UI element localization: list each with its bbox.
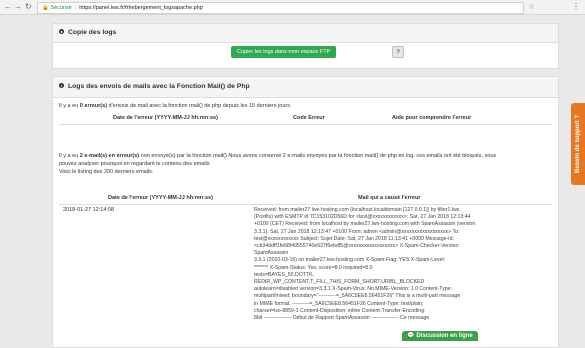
forward-icon[interactable]: → [14,2,22,12]
mail-row-date: 2018-01-27 12:14:08 [63,207,115,213]
bullet-icon: ● [59,28,64,34]
mail-line: multipart/mixed; boundary="----------=_5… [254,293,461,300]
errors-col-help: Aide pour comprendre l'erreur [392,115,472,121]
mail-line: 8bit ---------------- Début de Rapport S… [254,315,430,322]
errors-summary: Il y a eu 0 erreur(s) d'envois de mail a… [59,103,292,109]
browser-toolbar: ← → ↻ 🔒 Sécurisé | https://panel.lws.fr/fr… [0,0,585,15]
back-icon[interactable]: ← [4,2,12,12]
mail-logs-header: i Logs des envois de mails avec la Foncti… [53,77,558,98]
mail-col-cause: Mail qui a causé l'erreur [358,195,421,201]
copy-logs-ftp-button[interactable]: Copier les logs dans mon espace FTP [231,46,337,58]
blocked-summary-line3: Voici le listing des 200 derniers emails… [59,169,154,175]
errors-count: 0 erreur(s) [79,103,108,109]
info-icon: i [59,82,64,88]
mail-line: test@xxxxxxxxxxxx Subject: Sujet Date: S… [254,235,454,242]
support-tab-label: Besoin de support ? [575,114,581,174]
help-button[interactable]: ? [392,46,404,58]
bookmark-star-icon[interactable]: ☆ [528,2,535,12]
mail-line: Received: from mailer27.lws-hosting.com … [254,207,460,213]
address-bar[interactable]: 🔒 Sécurisé | https://panel.lws.fr/frheberg… [37,2,524,14]
blocked-summary-line2: pouvez analyser pourquoi en regardant le… [59,161,211,167]
errors-col-code: Code Erreur [293,115,325,121]
blocked-summary: Il y a eu 2 e-mail(s) en erreur(s) non e… [59,153,497,159]
blocked-count: 2 e-mail(s) en erreur(s) [79,153,140,159]
browser-menu-icon[interactable]: ⋮ [572,2,580,12]
mail-logs-panel: i Logs des envois de mails avec la Foncti… [52,76,559,348]
mail-line: (Postfix) with ESMTP id 7C153102D56D for… [254,214,471,221]
mail-line: 3.3.1); Sat, 27 Jan 2018 12:13:47 +0100 … [254,228,460,235]
mail-row-content: Received: from mailer27.lws-hosting.com … [254,207,549,322]
mail-line: +0100 (CET) Received: from localhost by … [254,221,476,228]
mail-line: tests=BAYES_50,DOTTK, [254,271,315,278]
mail-line: ******* X-Spam-Status: Yes, score=8.0 re… [254,264,373,271]
mail-line: autolearn=disabled version=3.3.1 X-Spam-… [254,286,452,293]
divider [59,204,552,205]
url-text: https://panel.lws.fr/frhebergement_logsa… [79,5,203,11]
chat-icon: 💬 [407,333,415,339]
chat-label: Discussion en ligne [416,333,473,339]
reload-icon[interactable]: ↻ [25,2,32,12]
secure-label: Sécurisé [50,5,72,11]
lock-icon: 🔒 [42,5,49,11]
divider [59,124,552,125]
errors-col-date: Date de l'erreur (YYYY-MM-JJ hh:mn:ss) [113,115,218,121]
mail-col-date: Date de l'erreur (YYYY-MM-JJ hh:mn:ss) [108,195,213,201]
live-chat-button[interactable]: 💬 Discussion en ligne [402,331,478,341]
mail-line: REDIR_WP_CONTENT,T_FILL_THIS_FORM_SHORT,… [254,279,425,286]
copy-logs-panel: ● Copie des logs Copier les logs dans mon… [52,23,559,69]
mail-line: charset=iso-8859-1 Content-Disposition: … [254,307,426,314]
mail-line: <cb34ddff1fe68f49555740e527f6ebdf5@xxxxx… [254,243,460,250]
mail-line: 3.3.1 (2010-03-16) on mailer27.lws-hosti… [254,257,446,264]
mail-line: in MIME format. ----------=_5A6C5EE8.564… [254,300,424,307]
copy-logs-title: Copie des logs [68,29,117,36]
copy-logs-header: ● Copie des logs [53,24,558,43]
mail-logs-title: Logs des envois de mails avec la Fonctio… [68,83,250,90]
support-tab[interactable]: Besoin de support ? [571,103,585,185]
mail-line: SpamAssassin [254,250,289,257]
